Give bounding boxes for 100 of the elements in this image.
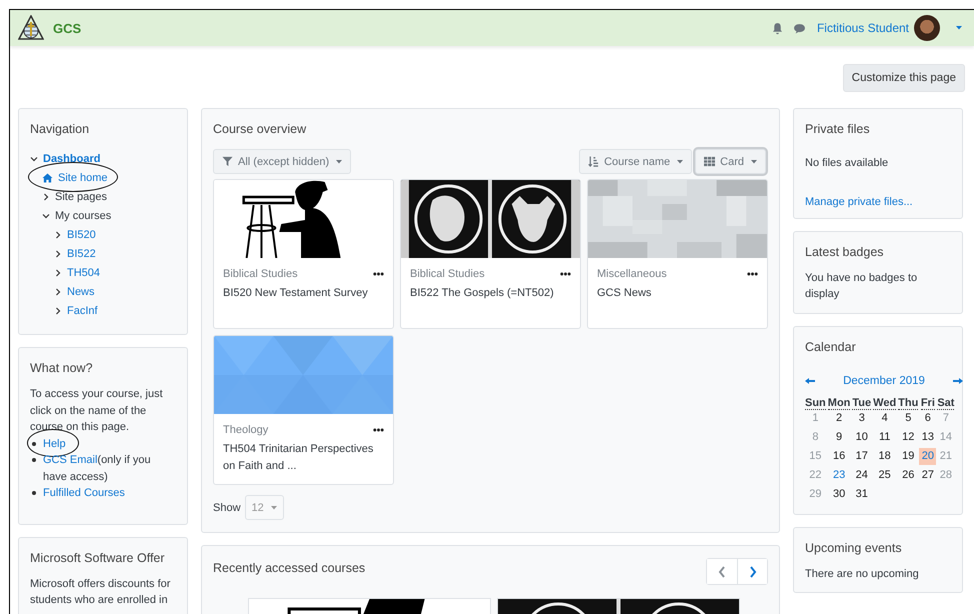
home-icon[interactable] — [42, 172, 53, 182]
calendar-day[interactable]: 30 — [830, 486, 848, 502]
user-avatar-icon[interactable] — [914, 15, 940, 41]
calendar-day[interactable]: 6 — [919, 410, 936, 426]
calendar-day[interactable]: 23 — [830, 466, 848, 484]
instruction-text: To access your course, just click on the name of the course on this page. — [30, 387, 164, 435]
resource-link[interactable]: Help — [43, 438, 66, 450]
chevron-right-icon[interactable] — [54, 268, 62, 276]
more-options-icon[interactable] — [373, 272, 384, 276]
weekday-header: Sat — [937, 396, 954, 410]
chevron-right-icon[interactable] — [54, 288, 62, 296]
bullet-icon — [32, 442, 36, 446]
next-month-icon[interactable] — [952, 378, 963, 384]
calendar-day[interactable]: 26 — [900, 466, 917, 484]
chevron-down-icon[interactable] — [42, 212, 50, 220]
chevron-right-icon[interactable] — [42, 192, 50, 200]
calendar-day[interactable]: 10 — [853, 428, 870, 446]
course-category: Biblical Studies — [223, 268, 298, 280]
grid-icon — [704, 156, 716, 167]
course-card[interactable]: Theology TH504 Trinitarian Perspectives on Faith and ... — [213, 335, 394, 485]
course-card[interactable]: Biblical Studies BI522 The Gospels (=NT502) — [400, 179, 581, 329]
block-title: Recently accessed courses — [213, 560, 366, 576]
block-title: Microsoft Software Offer — [30, 550, 166, 566]
calendar-day[interactable]: 11 — [876, 428, 894, 446]
weekday-header: Mon — [828, 396, 850, 410]
calendar-day[interactable]: 31 — [853, 486, 870, 502]
course-card[interactable]: Biblical Studies BI520 New Testament Survey — [213, 179, 394, 329]
caret-icon — [751, 160, 757, 164]
view-dropdown[interactable]: Card — [695, 149, 766, 174]
calendar-day[interactable]: 4 — [876, 410, 894, 426]
resource-link[interactable]: GCS Email — [43, 454, 98, 466]
block-title: Latest badges — [805, 244, 885, 260]
course-category: Biblical Studies — [410, 268, 485, 280]
block-title: Calendar — [805, 338, 857, 354]
customize-page-button[interactable]: Customize this page — [842, 64, 965, 92]
course-card[interactable]: Miscellaneous GCS News — [587, 179, 768, 329]
chat-icon[interactable] — [792, 22, 806, 34]
block-title: Upcoming events — [805, 540, 903, 556]
bell-icon[interactable] — [770, 22, 784, 34]
chevron-right-icon[interactable] — [54, 230, 62, 238]
month-link[interactable]: December 2019 — [843, 374, 925, 386]
chevron-right-icon[interactable] — [54, 306, 62, 314]
weekday-header: Sun — [805, 396, 826, 410]
calendar-day[interactable]: 24 — [853, 466, 870, 484]
chevron-right-icon — [748, 566, 756, 578]
manage-files-link[interactable]: Manage private files... — [805, 196, 913, 208]
calendar-day[interactable]: 18 — [876, 448, 894, 464]
calendar-day[interactable]: 3 — [853, 410, 870, 426]
next-button[interactable] — [737, 559, 767, 584]
sort-dropdown[interactable]: Course name — [579, 149, 692, 174]
calendar-day[interactable]: 27 — [919, 466, 936, 484]
course-category: Miscellaneous — [597, 268, 667, 280]
calendar-day[interactable]: 13 — [919, 428, 936, 446]
status-text: You have no badges to display — [805, 270, 918, 302]
calendar-day[interactable]: 17 — [853, 448, 870, 464]
previous-month-icon[interactable] — [805, 378, 815, 384]
caret-icon — [677, 160, 684, 164]
calendar-day[interactable]: 12 — [900, 428, 917, 446]
site-name[interactable]: GCS — [53, 20, 82, 36]
caret-icon[interactable] — [956, 26, 962, 30]
caret-icon — [336, 160, 342, 164]
caret-icon — [270, 506, 277, 510]
block-title: What now? — [30, 360, 94, 376]
course-name-link[interactable]: GCS News — [597, 285, 758, 302]
calendar-day[interactable]: 16 — [830, 448, 848, 464]
offer-text: Microsoft offers discounts for students who are enrolled in — [30, 576, 172, 608]
nav-item[interactable]: My courses — [55, 210, 112, 222]
nav-link[interactable]: BI522 — [67, 248, 96, 260]
filter-dropdown[interactable]: All (except hidden) — [213, 149, 352, 174]
nav-link[interactable]: TH504 — [67, 266, 100, 278]
block-title: Private files — [805, 121, 871, 137]
show-label: Show — [213, 502, 241, 514]
calendar-day[interactable]: 5 — [900, 410, 917, 426]
calendar-day[interactable]: 25 — [876, 466, 894, 484]
nav-link[interactable]: FacInf — [67, 304, 98, 316]
course-name-link[interactable]: TH504 Trinitarian Perspectives on Faith and ... — [223, 441, 384, 475]
block-title: Navigation — [30, 121, 90, 137]
sort-icon — [588, 156, 600, 167]
course-name-link[interactable]: BI522 The Gospels (=NT502) — [410, 285, 571, 302]
calendar-day[interactable]: 2 — [830, 410, 848, 426]
user-name-link[interactable]: Fictitious Student — [816, 21, 909, 35]
more-options-icon[interactable] — [373, 428, 384, 432]
chevron-left-icon — [718, 566, 726, 578]
calendar-day[interactable]: 9 — [830, 428, 848, 446]
nav-link[interactable]: BI520 — [67, 228, 96, 240]
course-name-link[interactable]: BI520 New Testament Survey — [223, 285, 384, 302]
nav-link[interactable]: News — [67, 286, 95, 298]
chevron-down-icon[interactable] — [30, 154, 38, 162]
globe-cross-logo-icon[interactable] — [18, 15, 44, 41]
weekday-header: Tue — [852, 396, 872, 410]
more-options-icon[interactable] — [560, 272, 571, 276]
more-options-icon[interactable] — [747, 272, 758, 276]
resource-link[interactable]: Fulfilled Courses — [43, 487, 125, 499]
bullet-icon — [32, 491, 36, 495]
chevron-right-icon[interactable] — [54, 250, 62, 258]
nav-link[interactable]: Site home — [58, 172, 108, 184]
filter-icon — [222, 156, 233, 167]
nav-link[interactable]: Dashboard — [43, 152, 100, 164]
nav-item[interactable]: Site pages — [55, 190, 107, 202]
calendar-day[interactable]: 19 — [900, 448, 917, 464]
